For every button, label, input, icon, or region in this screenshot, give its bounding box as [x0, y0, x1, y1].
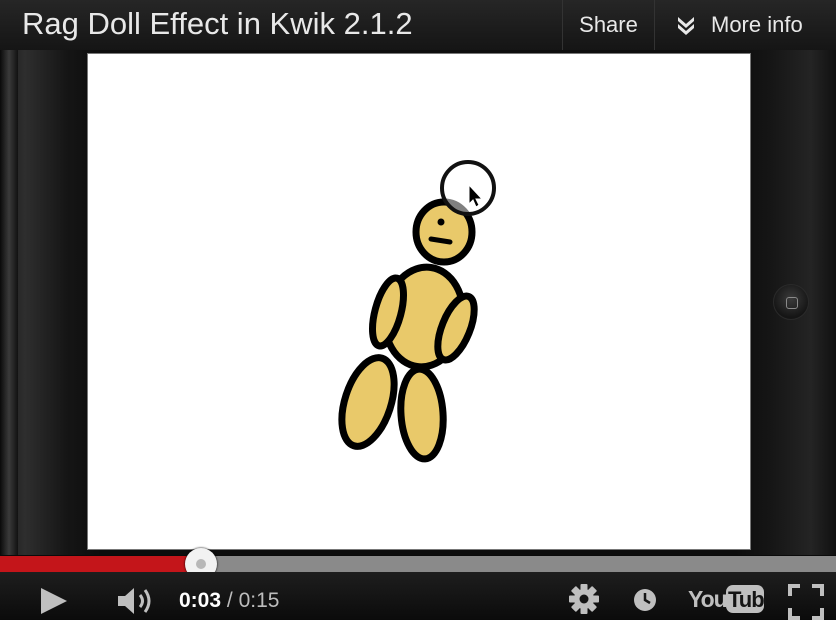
current-time: 0:03: [179, 589, 222, 612]
gear-icon[interactable]: [568, 583, 600, 615]
more-info-button[interactable]: More info: [654, 0, 824, 50]
touch-indicator-ring: [440, 160, 496, 216]
rag-doll-figure: [338, 160, 496, 463]
progress-bar[interactable]: [0, 548, 836, 580]
rag-doll-eye: [437, 218, 445, 226]
double-chevron-down-icon: [678, 17, 694, 35]
time-separator: /: [226, 589, 233, 612]
video-title[interactable]: Rag Doll Effect in Kwik 2.1.2: [22, 6, 413, 42]
volume-icon[interactable]: [116, 586, 156, 616]
tablet-home-button: [773, 284, 809, 320]
share-label: Share: [579, 12, 638, 37]
svg-text:Tube: Tube: [728, 587, 766, 612]
play-icon[interactable]: [38, 586, 68, 616]
more-info-label: More info: [711, 12, 803, 37]
youtube-logo[interactable]: You Tube: [688, 582, 766, 616]
progress-played: [0, 556, 201, 572]
duration: 0:15: [238, 589, 280, 612]
tablet-edge: [0, 50, 18, 555]
fullscreen-icon[interactable]: [788, 584, 824, 620]
video-screen[interactable]: [87, 53, 751, 550]
time-display: 0:03 / 0:15: [179, 589, 279, 613]
rag-doll-mouth: [428, 236, 453, 245]
svg-text:You: You: [688, 586, 727, 612]
title-bar: Rag Doll Effect in Kwik 2.1.2 Share More…: [0, 0, 836, 51]
clock-icon[interactable]: [632, 587, 658, 613]
rag-doll-left-leg: [338, 354, 398, 450]
rag-doll-right-leg: [397, 365, 447, 463]
share-button[interactable]: Share: [562, 0, 654, 50]
player-controls: 0:03 / 0:15 You Tube: [0, 572, 836, 620]
